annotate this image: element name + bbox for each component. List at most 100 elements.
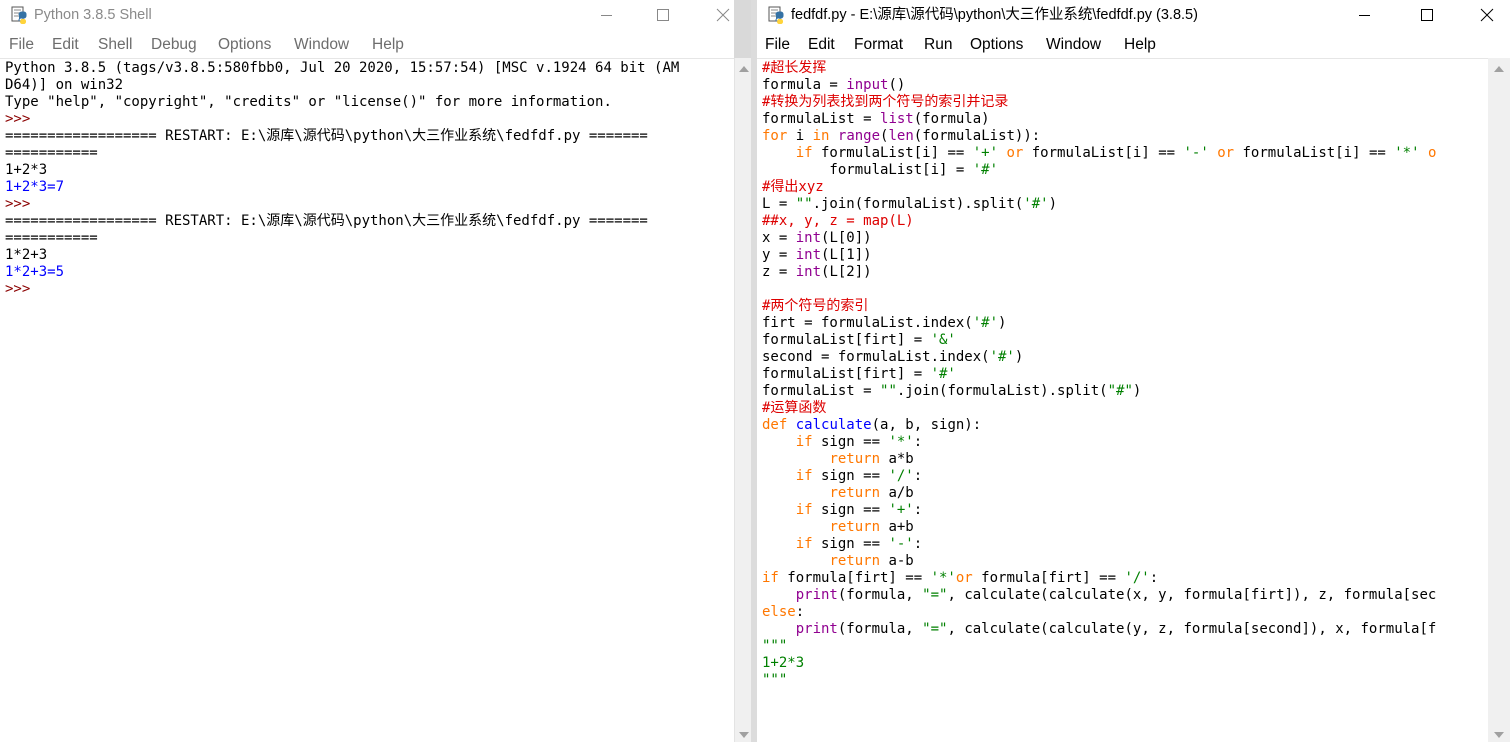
shell-line: 1*2+3	[5, 247, 48, 263]
shell-line: >>>	[5, 111, 39, 127]
code-token: else	[762, 604, 796, 620]
code-line: formulaList[firt] = '&'	[762, 332, 1482, 349]
code-token: return	[829, 485, 881, 501]
code-token: formulaList =	[762, 111, 881, 127]
code-token: print	[795, 621, 838, 637]
code-token: sign ==	[812, 502, 889, 518]
code-token: :	[913, 468, 923, 484]
code-token: ##x, y, z = map(L)	[762, 213, 914, 229]
maximize-icon	[1421, 9, 1433, 21]
code-token: #得出xyz	[762, 179, 824, 195]
code-line: x = int(L[0])	[762, 230, 1482, 247]
menu-window[interactable]: Window	[1046, 35, 1101, 55]
close-button[interactable]	[700, 0, 734, 30]
minimize-icon	[601, 15, 612, 16]
code-line: def calculate(a, b, sign):	[762, 417, 1482, 434]
code-token: (formula,	[837, 587, 923, 603]
editor-vertical-scrollbar[interactable]	[1488, 58, 1510, 742]
code-token: "="	[922, 587, 948, 603]
shell-line: Type "help", "copyright", "credits" or "…	[5, 94, 612, 110]
menu-help[interactable]: Help	[1124, 35, 1156, 55]
code-token: if	[795, 502, 813, 518]
shell-line: Python 3.8.5 (tags/v3.8.5:580fbb0, Jul 2…	[5, 60, 680, 76]
code-token: or	[1217, 145, 1235, 161]
code-token: "="	[922, 621, 948, 637]
shell-line: ===========	[5, 230, 98, 246]
maximize-button[interactable]	[640, 0, 686, 30]
code-token: ""	[795, 196, 813, 212]
code-line: """	[762, 638, 1482, 655]
code-line: firt = formulaList.index('#')	[762, 315, 1482, 332]
code-token: int	[795, 247, 822, 263]
minimize-button[interactable]	[584, 0, 630, 30]
python-idle-icon	[10, 6, 28, 24]
minimize-icon	[1359, 15, 1370, 16]
close-icon	[716, 8, 730, 22]
menu-edit[interactable]: Edit	[52, 35, 79, 55]
code-token: return	[829, 519, 881, 535]
menu-separator	[757, 58, 1510, 59]
code-line: return a*b	[762, 451, 1482, 468]
code-token: .join(formulaList).split(	[896, 383, 1108, 399]
code-line: """	[762, 672, 1482, 689]
shell-output-area[interactable]: Python 3.8.5 (tags/v3.8.5:580fbb0, Jul 2…	[5, 60, 734, 742]
code-token: or	[1006, 145, 1024, 161]
code-token: formula[firt] ==	[778, 570, 931, 586]
menu-format[interactable]: Format	[854, 35, 903, 55]
code-line: if formula[firt] == '*'or formula[firt] …	[762, 570, 1482, 587]
code-token: 1+2*3	[762, 655, 805, 671]
shell-vertical-scrollbar[interactable]	[734, 58, 752, 742]
shell-line: >>>	[5, 196, 39, 212]
code-token: , calculate(calculate(x, y, formula[firt…	[947, 587, 1437, 603]
menu-help[interactable]: Help	[372, 35, 404, 55]
code-line: #超长发挥	[762, 60, 1482, 77]
close-button[interactable]	[1464, 0, 1510, 30]
code-token: x =	[762, 230, 796, 246]
code-token: '/'	[888, 468, 914, 484]
code-token: int	[795, 264, 822, 280]
shell-titlebar[interactable]: Python 3.8.5 Shell	[0, 0, 734, 30]
scroll-up-icon[interactable]	[1494, 66, 1504, 72]
code-token: len	[888, 128, 914, 144]
maximize-button[interactable]	[1404, 0, 1450, 30]
code-token: formulaList[firt] =	[762, 332, 931, 348]
menu-run[interactable]: Run	[924, 35, 952, 55]
code-token: #转换为列表找到两个符号的索引并记录	[762, 94, 1009, 110]
scroll-down-icon[interactable]	[1494, 732, 1504, 738]
menu-edit[interactable]: Edit	[808, 35, 835, 55]
scroll-down-icon[interactable]	[739, 732, 749, 738]
code-token: '/'	[1124, 570, 1150, 586]
menu-file[interactable]: File	[765, 35, 790, 55]
shell-line: ================== RESTART: E:\源库\源代码\py…	[5, 128, 648, 144]
code-token: '+'	[972, 145, 999, 161]
code-token: second = formulaList.index(	[762, 349, 990, 365]
minimize-button[interactable]	[1342, 0, 1388, 30]
code-line: #两个符号的索引	[762, 298, 1482, 315]
code-token: return	[829, 451, 881, 467]
menu-file[interactable]: File	[9, 35, 34, 55]
code-token: a/b	[880, 485, 914, 501]
menu-window[interactable]: Window	[294, 35, 349, 55]
menu-shell[interactable]: Shell	[98, 35, 132, 55]
code-token: )	[1014, 349, 1024, 365]
code-token: o	[1427, 145, 1437, 161]
code-line: formulaList = "".join(formulaList).split…	[762, 383, 1482, 400]
code-editor-area[interactable]: #超长发挥 formula = input() #转换为列表找到两个符号的索引并记录…	[762, 60, 1482, 742]
code-token: (formulaList)):	[913, 128, 1041, 144]
menu-options[interactable]: Options	[218, 35, 271, 55]
code-token: '*'	[930, 570, 956, 586]
code-line: if sign == '+':	[762, 502, 1482, 519]
menu-debug[interactable]: Debug	[151, 35, 197, 55]
code-token: in	[812, 128, 830, 144]
editor-titlebar[interactable]: fedfdf.py - E:\源库\源代码\python\大三作业系统\fedf…	[757, 0, 1510, 30]
code-token: L =	[762, 196, 796, 212]
scroll-up-icon[interactable]	[739, 66, 749, 72]
code-token: list	[880, 111, 914, 127]
menu-options[interactable]: Options	[970, 35, 1023, 55]
